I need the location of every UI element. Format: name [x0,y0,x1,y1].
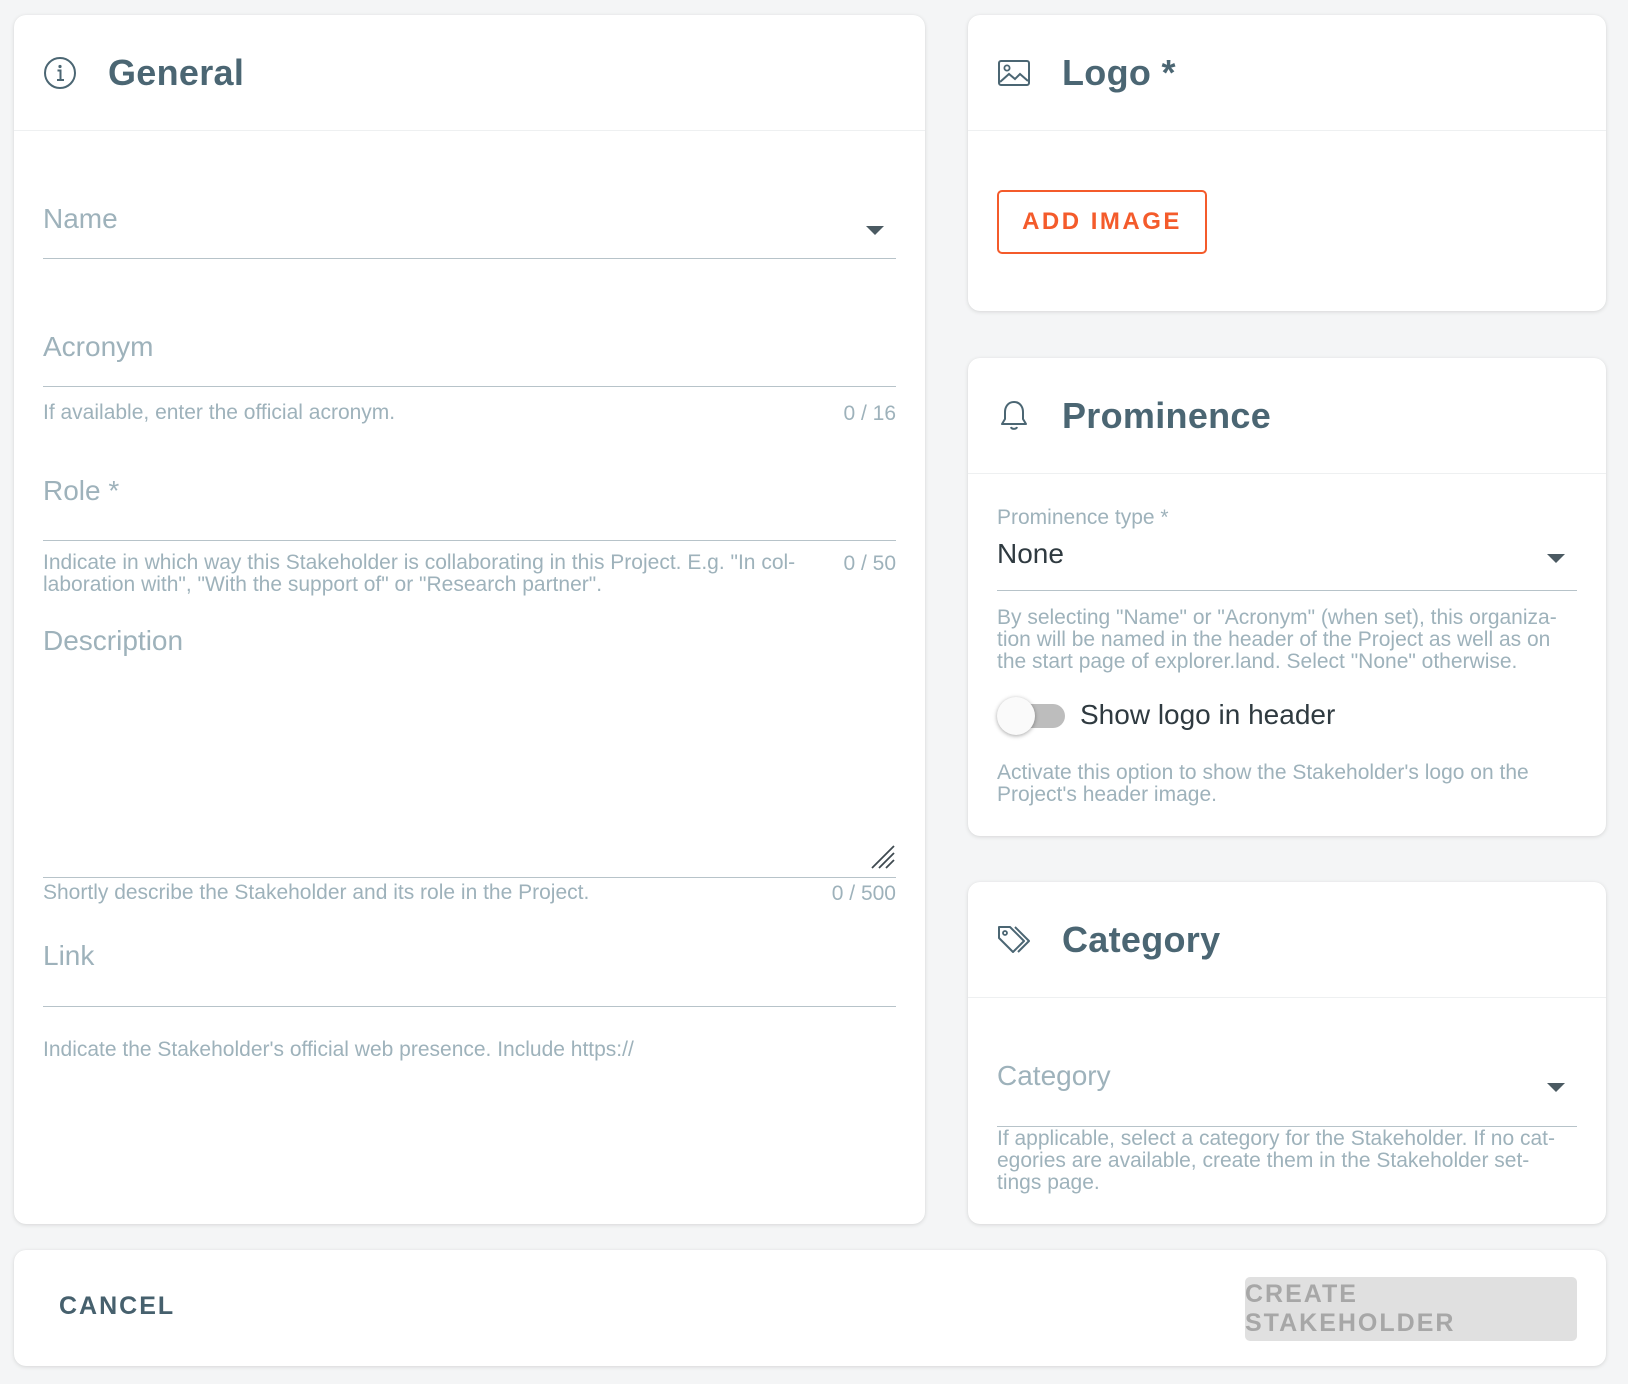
acronym-counter: 0 / 16 [843,402,896,425]
acronym-label: Acronym [43,331,154,362]
category-title: Category [1062,918,1221,960]
prominence-type-label: Prominence type * [997,506,1169,529]
prominence-card: Prominence Prominence type * None By sel… [968,358,1606,836]
image-icon [996,55,1032,91]
general-card: General Name Acronym If available, enter… [14,15,925,1224]
role-helper: Indicate in which way this Stakeholder i… [43,552,896,602]
prominence-hint-line-1: By selecting "Name" or "Acronym" (when s… [997,606,1557,629]
show-logo-hint-line-1: Activate this option to show the Stakeho… [997,761,1529,784]
general-card-header: General [14,15,925,131]
category-hint-line-1: If applicable, select a category for the… [997,1127,1555,1150]
description-helper: Shortly describe the Stakeholder and its… [43,882,896,912]
tag-icon [996,922,1032,958]
category-card-header: Category [968,882,1606,998]
category-hint-line-2: egories are available, create them in th… [997,1149,1530,1172]
show-logo-hint-line-2: Project's header image. [997,783,1217,806]
info-icon [42,55,78,91]
link-label: Link [43,940,95,971]
show-logo-label: Show logo in header [1080,699,1336,730]
prominence-type-underline [997,590,1577,591]
role-counter: 0 / 50 [843,552,896,575]
link-helper: Indicate the Stakeholder's official web … [43,1039,896,1069]
bell-icon [996,398,1032,434]
role-underline [43,540,896,541]
category-card: Category Category If applicable, select … [968,882,1606,1224]
general-title: General [108,51,245,93]
name-label: Name [43,203,118,234]
prominence-hint-line-3: the start page of explorer.land. Select … [997,650,1518,673]
create-stakeholder-button[interactable]: CREATE STAKEHOLDER [1245,1277,1577,1341]
prominence-card-header: Prominence [968,358,1606,474]
acronym-input[interactable]: Acronym [43,325,896,395]
category-helper: If applicable, select a category for the… [997,1128,1577,1198]
chevron-down-icon[interactable] [866,226,884,235]
prominence-type-value: None [997,538,1064,569]
category-label: Category [997,1060,1111,1091]
logo-card: Logo * ADD IMAGE [968,15,1606,311]
show-logo-toggle[interactable]: Show logo in header [997,694,1357,738]
role-input[interactable]: Role * [43,475,896,545]
link-hint: Indicate the Stakeholder's official web … [43,1038,634,1061]
role-label: Role * [43,475,120,506]
prominence-title: Prominence [1062,394,1272,436]
footer-bar: CANCEL CREATE STAKEHOLDER [14,1250,1606,1366]
resize-handle-icon[interactable] [868,842,896,870]
link-underline [43,1006,896,1007]
prominence-type-select[interactable]: Prominence type * None [997,506,1577,598]
cancel-button[interactable]: CANCEL [59,1292,175,1321]
chevron-down-icon[interactable] [1547,1083,1565,1092]
name-underline [43,258,896,259]
logo-card-header: Logo * [968,15,1606,131]
add-image-button[interactable]: ADD IMAGE [997,190,1207,254]
name-select[interactable]: Name [43,195,896,265]
link-input[interactable]: Link [43,940,896,1015]
role-hint-line-1: Indicate in which way this Stakeholder i… [43,551,796,574]
description-hint: Shortly describe the Stakeholder and its… [43,881,590,904]
description-textarea[interactable]: Description [43,625,896,880]
prominence-hint-line-2: tion will be named in the header of the … [997,628,1551,651]
description-underline [43,877,896,878]
chevron-down-icon[interactable] [1547,554,1565,563]
acronym-hint: If available, enter the official acronym… [43,401,396,424]
category-hint-line-3: tings page. [997,1171,1100,1194]
prominence-type-helper: By selecting "Name" or "Acronym" (when s… [997,607,1577,677]
show-logo-helper: Activate this option to show the Stakeho… [997,762,1577,812]
description-counter: 0 / 500 [831,882,896,905]
acronym-underline [43,386,896,387]
description-label: Description [43,625,184,656]
role-hint-line-2: laboration with", "With the support of" … [43,573,603,596]
logo-title: Logo * [1062,51,1176,93]
acronym-helper: If available, enter the official acronym… [43,402,896,432]
toggle-knob[interactable] [997,697,1035,735]
